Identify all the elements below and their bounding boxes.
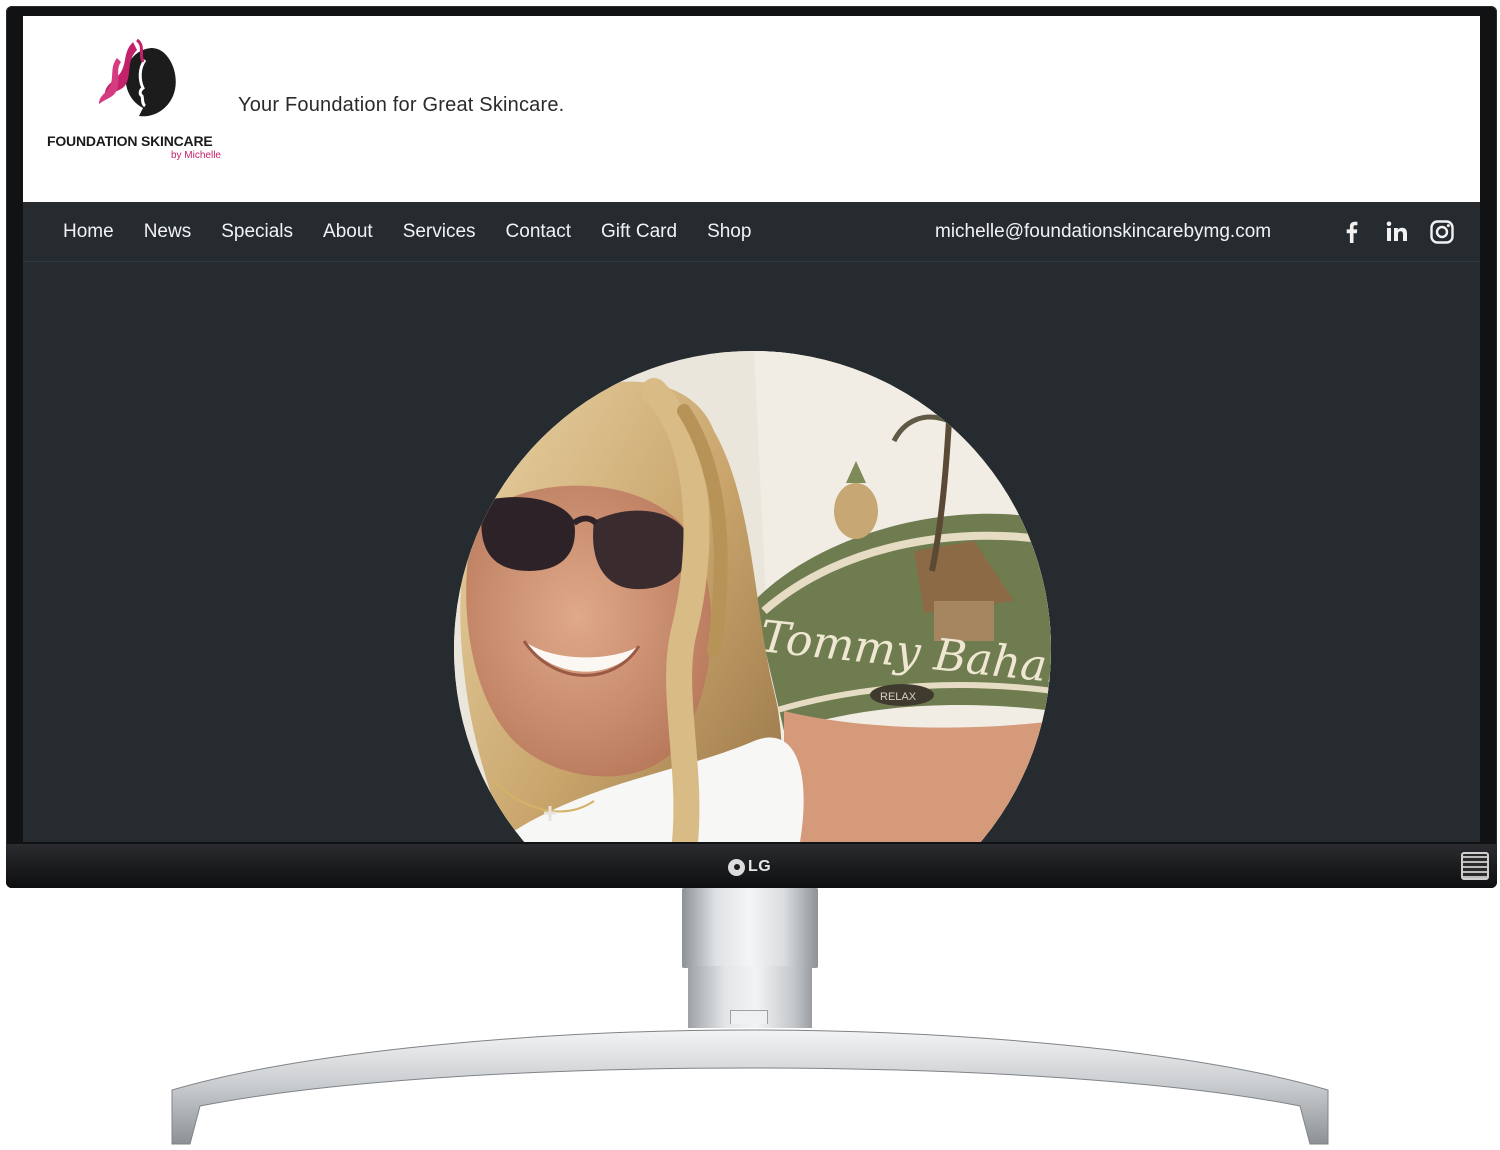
linkedin-icon[interactable]: [1384, 219, 1410, 245]
facebook-icon[interactable]: [1339, 219, 1365, 245]
monitor-bottom-bezel: LG: [6, 844, 1497, 888]
nav-item-about[interactable]: About: [323, 221, 373, 243]
nav-item-specials[interactable]: Specials: [221, 221, 293, 243]
nav-item-contact[interactable]: Contact: [506, 221, 571, 243]
monitor-brand-logo: LG: [728, 857, 771, 877]
nav-item-home[interactable]: Home: [63, 221, 114, 243]
monitor-stand-base: [171, 1029, 1329, 1145]
monitor-brand-text: LG: [748, 858, 772, 875]
logo-face-icon: [99, 38, 176, 117]
shirt-tag-text: RELAX: [880, 691, 917, 703]
nav-item-services[interactable]: Services: [403, 221, 476, 243]
browser-screen: FOUNDATION SKINCARE by Michelle Your Fou…: [23, 16, 1480, 842]
logo-name: FOUNDATION SKINCARE: [47, 133, 213, 149]
main-navigation: Home News Specials About Services Contac…: [23, 202, 1480, 262]
social-links: [1339, 219, 1455, 245]
nav-item-shop[interactable]: Shop: [707, 221, 751, 243]
site-logo[interactable]: FOUNDATION SKINCARE by Michelle: [47, 38, 221, 164]
nav-item-news[interactable]: News: [144, 221, 192, 243]
monitor-stand-neck: [682, 888, 818, 968]
nav-menu: Home News Specials About Services Contac…: [63, 202, 781, 262]
logo-byline: by Michelle: [170, 150, 221, 161]
hero-profile-photo: Tommy Bahar RELAX: [454, 351, 1051, 842]
profile-photo-illustration: Tommy Bahar RELAX: [454, 351, 1051, 842]
monitor-frame: FOUNDATION SKINCARE by Michelle Your Fou…: [6, 6, 1497, 888]
nav-item-gift-card[interactable]: Gift Card: [601, 221, 677, 243]
site-tagline: Your Foundation for Great Skincare.: [238, 94, 565, 116]
instagram-icon[interactable]: [1429, 219, 1455, 245]
lg-logo-icon: [728, 858, 745, 876]
contact-email-link[interactable]: michelle@foundationskincarebymg.com: [935, 221, 1271, 243]
site-header: FOUNDATION SKINCARE by Michelle Your Fou…: [23, 16, 1480, 202]
monitor-badge-icon: [1461, 852, 1489, 880]
